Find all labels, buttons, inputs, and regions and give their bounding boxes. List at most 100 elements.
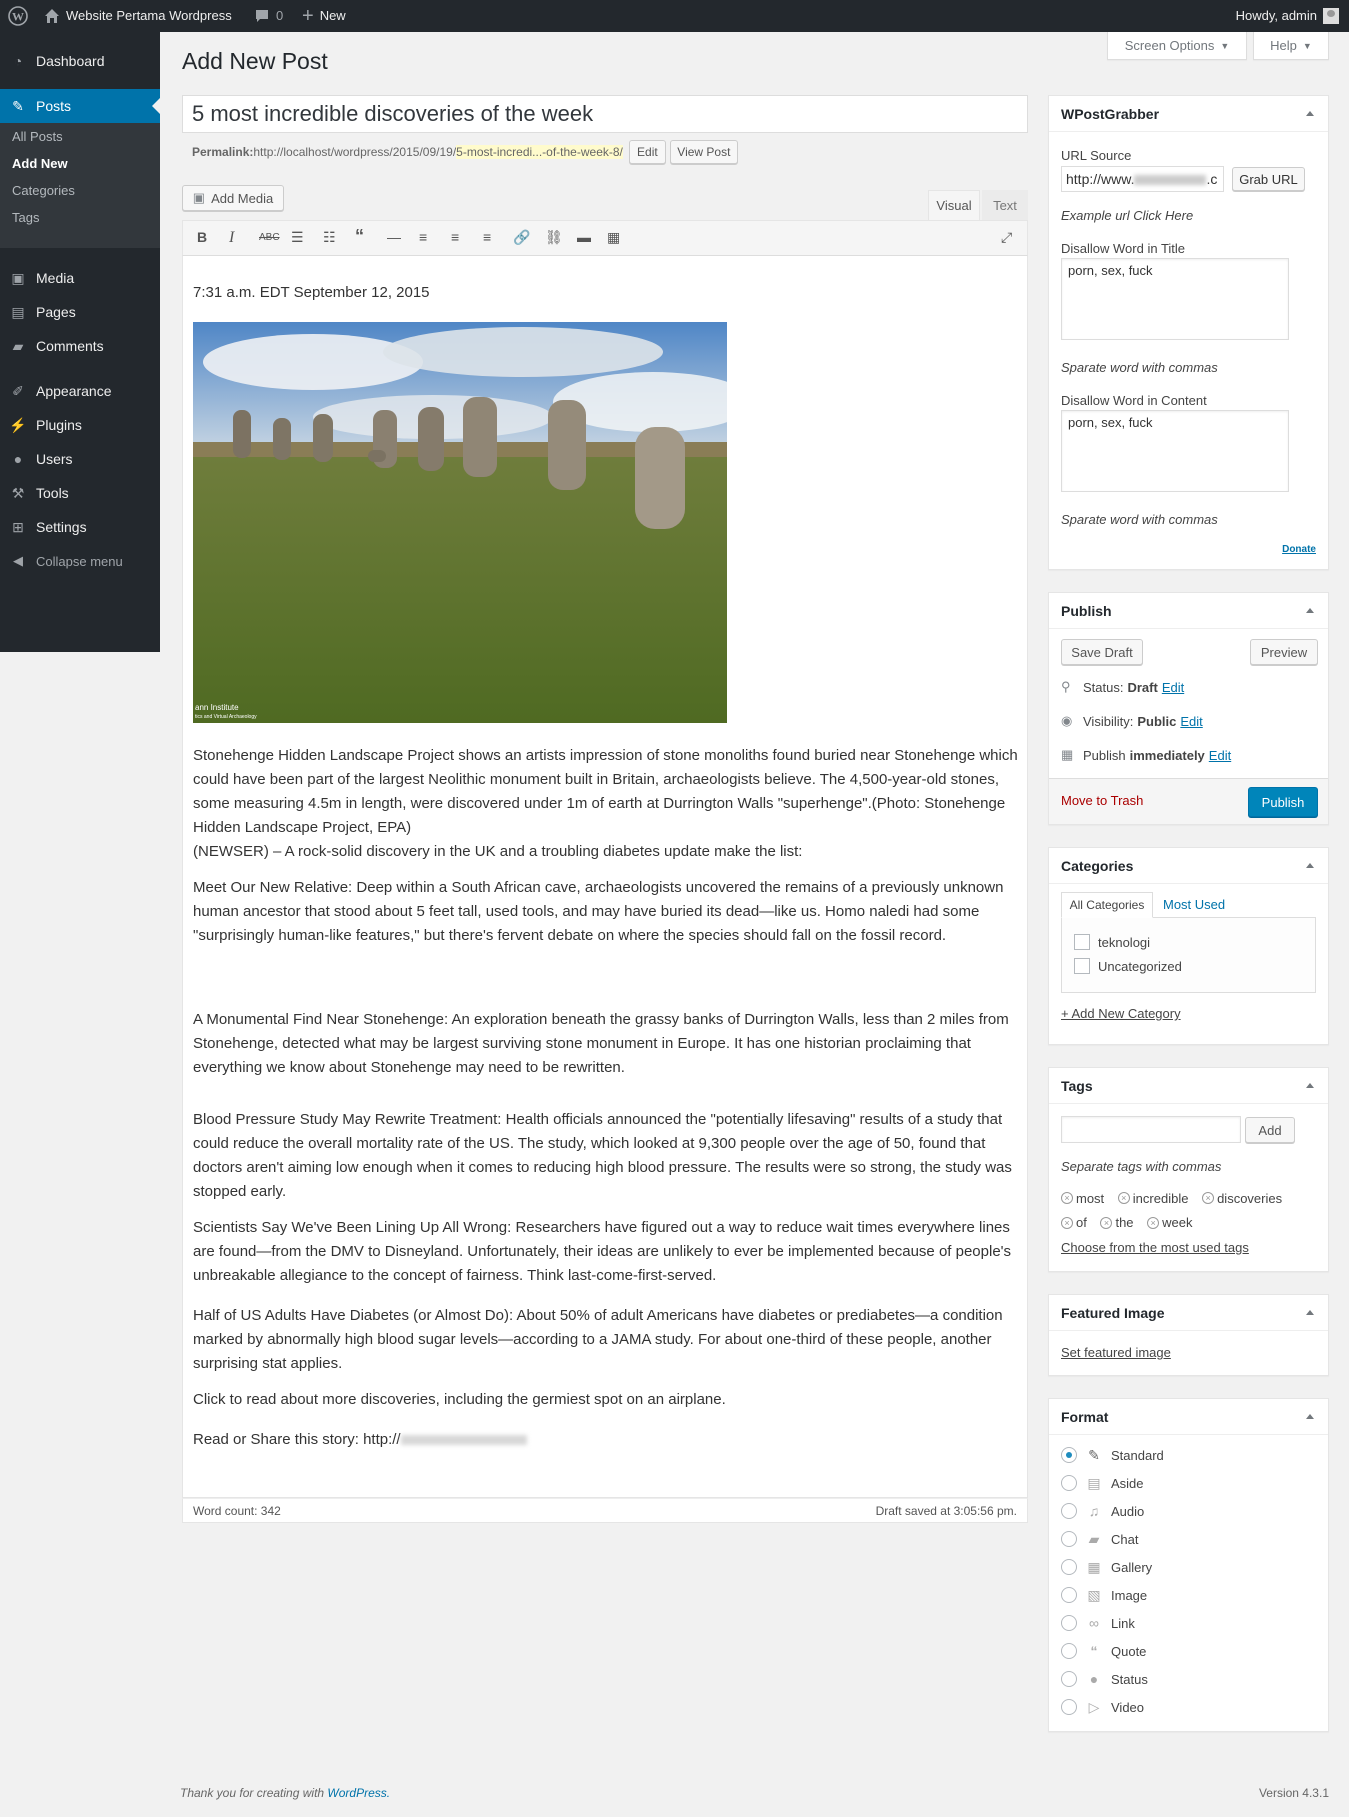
- disallow-content-textarea[interactable]: porn, sex, fuck: [1061, 410, 1289, 492]
- remove-tag-icon[interactable]: ×: [1147, 1216, 1160, 1229]
- tab-visual[interactable]: Visual: [928, 190, 980, 220]
- remove-tag-icon[interactable]: ×: [1061, 1216, 1073, 1229]
- format-option-image[interactable]: ▧ Image: [1061, 1585, 1147, 1605]
- comments-link[interactable]: 0: [254, 0, 283, 32]
- horizontal-line-icon[interactable]: —: [387, 229, 401, 245]
- format-option-standard[interactable]: ✎ Standard: [1061, 1445, 1164, 1465]
- format-option-video[interactable]: ▷ Video: [1061, 1697, 1144, 1717]
- wordpress-logo-icon[interactable]: W: [8, 0, 28, 32]
- checkbox[interactable]: [1074, 958, 1090, 974]
- remove-tag-icon[interactable]: ×: [1100, 1216, 1113, 1229]
- stonehenge-image[interactable]: ann Institute tics and Virtual Archaeolo…: [193, 322, 727, 723]
- box-title[interactable]: Tags: [1049, 1068, 1328, 1104]
- edit-publish-time-link[interactable]: Edit: [1209, 748, 1231, 763]
- add-media-button[interactable]: ▣ Add Media: [182, 185, 284, 211]
- sidebar-item-dashboard[interactable]: ◔ Dashboard: [0, 44, 160, 78]
- preview-button[interactable]: Preview: [1250, 639, 1318, 665]
- format-option-status[interactable]: ● Status: [1061, 1669, 1148, 1689]
- format-option-gallery[interactable]: ▦ Gallery: [1061, 1557, 1152, 1577]
- radio-button[interactable]: [1061, 1559, 1077, 1575]
- sidebar-item-settings[interactable]: ⊞ Settings: [0, 510, 160, 544]
- post-title-input[interactable]: 5 most incredible discoveries of the wee…: [182, 95, 1028, 133]
- edit-visibility-link[interactable]: Edit: [1180, 714, 1202, 729]
- permalink-slug[interactable]: 5-most-incredi...-of-the-week-8/: [456, 145, 623, 159]
- toolbar-toggle-icon[interactable]: ▦: [607, 229, 620, 246]
- link-icon[interactable]: 🔗: [513, 229, 530, 246]
- url-source-input[interactable]: http://www. .c: [1061, 166, 1224, 192]
- sidebar-item-media[interactable]: ▣ Media: [0, 261, 160, 295]
- submenu-categories[interactable]: Categories: [0, 177, 160, 204]
- choose-tags-link[interactable]: Choose from the most used tags: [1061, 1240, 1249, 1255]
- tag-input[interactable]: [1061, 1116, 1241, 1143]
- box-title[interactable]: Format: [1049, 1399, 1328, 1435]
- radio-button[interactable]: [1061, 1699, 1077, 1715]
- box-title[interactable]: WPostGrabber: [1049, 96, 1328, 132]
- view-post-button[interactable]: View Post: [669, 140, 738, 164]
- align-right-icon[interactable]: ≡: [483, 229, 491, 245]
- checkbox[interactable]: [1074, 934, 1090, 950]
- remove-tag-icon[interactable]: ×: [1202, 1192, 1215, 1204]
- donate-link[interactable]: Donate: [1282, 544, 1316, 555]
- fullscreen-icon[interactable]: ⤢: [1001, 229, 1012, 246]
- sidebar-item-plugins[interactable]: ⚡ Plugins: [0, 408, 160, 442]
- new-content-link[interactable]: + New: [302, 0, 346, 32]
- bold-icon[interactable]: B: [197, 229, 207, 245]
- sidebar-item-comments[interactable]: ▰ Comments: [0, 329, 160, 363]
- add-new-category-link[interactable]: + Add New Category: [1061, 1006, 1181, 1021]
- radio-button[interactable]: [1061, 1503, 1077, 1519]
- radio-button[interactable]: [1061, 1475, 1077, 1491]
- collapse-menu-button[interactable]: ◀ Collapse menu: [0, 544, 160, 578]
- format-option-link[interactable]: ∞ Link: [1061, 1613, 1135, 1633]
- edit-status-link[interactable]: Edit: [1162, 680, 1184, 695]
- grab-url-button[interactable]: Grab URL: [1232, 167, 1305, 191]
- remove-tag-icon[interactable]: ×: [1061, 1192, 1073, 1204]
- move-to-trash-link[interactable]: Move to Trash: [1061, 793, 1143, 808]
- bullet-list-icon[interactable]: ☰: [291, 229, 304, 246]
- radio-button[interactable]: [1061, 1615, 1077, 1631]
- account-menu[interactable]: Howdy, admin: [1236, 0, 1339, 32]
- category-item[interactable]: teknologi: [1074, 934, 1150, 950]
- blockquote-icon[interactable]: “: [355, 226, 364, 247]
- align-left-icon[interactable]: ≡: [419, 229, 427, 245]
- sidebar-item-users[interactable]: ● Users: [0, 442, 160, 476]
- format-option-chat[interactable]: ▰ Chat: [1061, 1529, 1138, 1549]
- strikethrough-icon[interactable]: ABC: [259, 232, 280, 243]
- numbered-list-icon[interactable]: ☷: [323, 229, 336, 246]
- wordpress-link[interactable]: WordPress.: [327, 1786, 390, 1800]
- submenu-add-new[interactable]: Add New: [0, 150, 160, 177]
- edit-permalink-button[interactable]: Edit: [628, 140, 666, 164]
- format-option-audio[interactable]: ♫ Audio: [1061, 1501, 1144, 1521]
- format-option-aside[interactable]: ▤ Aside: [1061, 1473, 1144, 1493]
- set-featured-image-link[interactable]: Set featured image: [1061, 1345, 1171, 1360]
- radio-button[interactable]: [1061, 1671, 1077, 1687]
- example-url-link[interactable]: Example url Click Here: [1061, 208, 1193, 223]
- screen-options-button[interactable]: Screen Options ▼: [1107, 32, 1247, 60]
- sidebar-item-tools[interactable]: ⚒ Tools: [0, 476, 160, 510]
- box-title[interactable]: Featured Image: [1049, 1295, 1328, 1331]
- publish-button[interactable]: Publish: [1248, 787, 1318, 817]
- add-tag-button[interactable]: Add: [1245, 1117, 1295, 1143]
- italic-icon[interactable]: I: [229, 229, 234, 247]
- radio-button[interactable]: [1061, 1447, 1077, 1463]
- sidebar-item-posts[interactable]: ✎ Posts: [0, 89, 160, 123]
- tab-all-categories[interactable]: All Categories: [1061, 892, 1153, 918]
- remove-tag-icon[interactable]: ×: [1117, 1192, 1130, 1204]
- box-title[interactable]: Categories: [1049, 848, 1328, 884]
- radio-button[interactable]: [1061, 1587, 1077, 1603]
- site-name-link[interactable]: Website Pertama Wordpress: [44, 0, 232, 32]
- unlink-icon[interactable]: ⛓: [545, 229, 563, 246]
- submenu-all-posts[interactable]: All Posts: [0, 123, 160, 150]
- sidebar-item-pages[interactable]: ▤ Pages: [0, 295, 160, 329]
- tab-text[interactable]: Text: [982, 190, 1028, 220]
- submenu-tags[interactable]: Tags: [0, 204, 160, 231]
- box-title[interactable]: Publish: [1049, 593, 1328, 629]
- editor-content[interactable]: 7:31 a.m. EDT September 12, 2015 ann Ins…: [182, 256, 1028, 1498]
- format-option-quote[interactable]: “ Quote: [1061, 1641, 1146, 1661]
- help-button[interactable]: Help ▼: [1253, 32, 1329, 60]
- radio-button[interactable]: [1061, 1531, 1077, 1547]
- category-item[interactable]: Uncategorized: [1074, 958, 1182, 974]
- read-more-icon[interactable]: ▬: [577, 229, 591, 245]
- save-draft-button[interactable]: Save Draft: [1061, 639, 1143, 665]
- align-center-icon[interactable]: ≡: [451, 229, 459, 245]
- sidebar-item-appearance[interactable]: ✐ Appearance: [0, 374, 160, 408]
